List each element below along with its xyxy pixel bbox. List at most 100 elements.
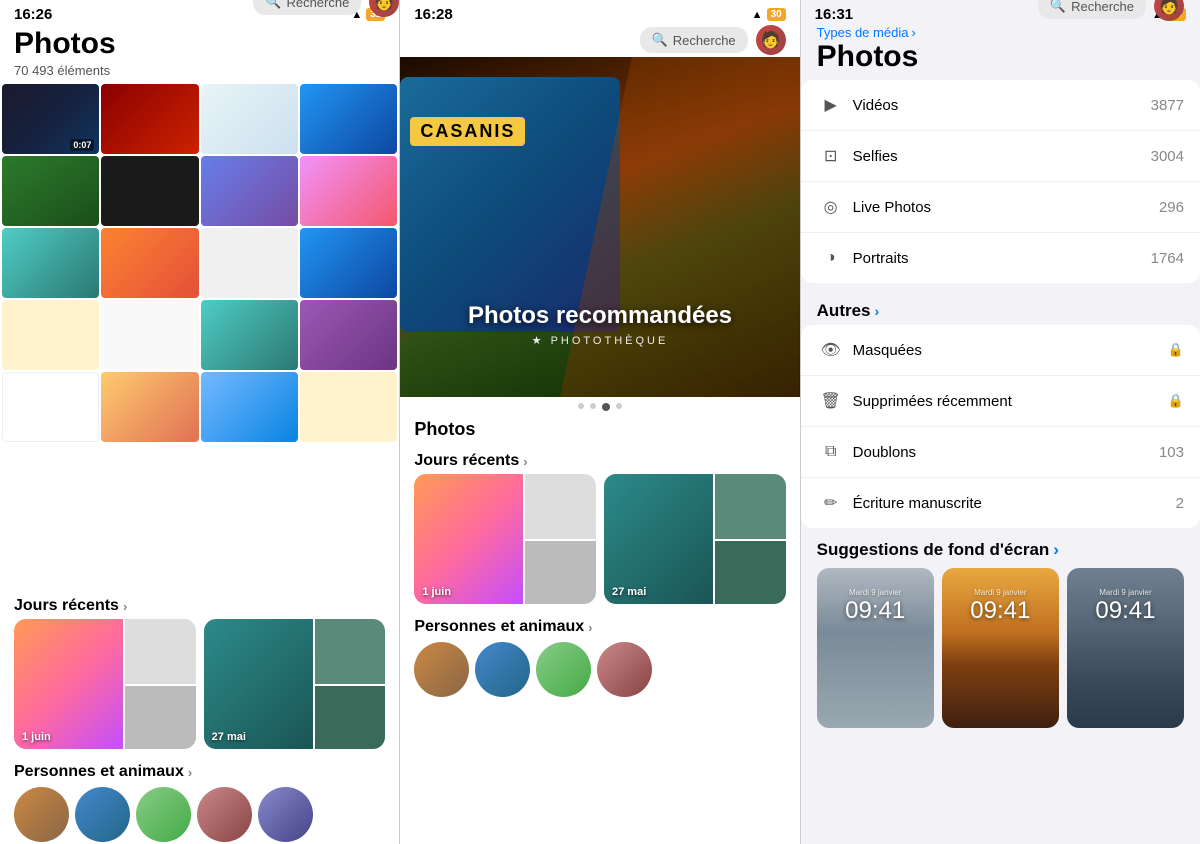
grid-cell-3[interactable] (201, 84, 298, 154)
wallpaper-card-3[interactable]: Mardi 9 janvier 09:41 (1067, 568, 1184, 728)
grid-cell-9[interactable] (2, 228, 99, 298)
grid-cell-17[interactable] (2, 372, 99, 442)
p2-day-big-2 (604, 474, 713, 604)
media-row-hidden[interactable]: 👁 Masquées 🔒 (801, 325, 1200, 376)
chevron-recent-1: › (123, 599, 127, 614)
day-sm2-2 (313, 684, 386, 749)
recent-days-title-2[interactable]: Jours récents › (400, 444, 799, 474)
grid-cell-13[interactable] (2, 300, 99, 370)
search-icon-3: 🔍 (1050, 0, 1066, 14)
wp-time-1: Mardi 9 janvier 09:41 (817, 588, 934, 625)
hero-image: CASANIS Photos recommandées ★ PHOTOTHÈQU… (400, 57, 799, 397)
grid-cell-18[interactable] (101, 372, 198, 442)
grid-cell-2[interactable] (101, 84, 198, 154)
avatar-3[interactable]: 🧑 (1154, 0, 1184, 21)
day-big-1 (14, 619, 123, 749)
grid-cell-8[interactable] (300, 156, 397, 226)
p2-person-2[interactable] (475, 642, 530, 697)
grid-cell-10[interactable] (101, 228, 198, 298)
dot-3[interactable] (602, 403, 610, 411)
p3-scroll[interactable]: ▶ Vidéos 3877 ⊡ Selfies 3004 ◎ Live Phot… (801, 80, 1200, 844)
panel-media-types: 16:31 ▲ 29 🔍 Recherche 🧑 Types de média … (801, 0, 1200, 844)
grid-cell-6[interactable] (101, 156, 198, 226)
grid-cell-12[interactable] (300, 228, 397, 298)
wallpaper-card-2[interactable]: Mardi 9 janvier 09:41 (942, 568, 1059, 728)
p1-search-row: 🔍 Recherche 🧑 (0, 0, 399, 17)
people-title-2[interactable]: Personnes et animaux › (400, 610, 799, 640)
media-row-handwriting[interactable]: ✏ Écriture manuscrite 2 (801, 478, 1200, 528)
media-row-videos[interactable]: ▶ Vidéos 3877 (801, 80, 1200, 131)
p2-day-sm2-1 (523, 539, 596, 604)
grid-cell-1[interactable]: 0:07 (2, 84, 99, 154)
people-title-1[interactable]: Personnes et animaux › (0, 755, 399, 785)
p3-search-row: 🔍 Recherche 🧑 (817, 0, 1184, 21)
person-2[interactable] (75, 787, 130, 842)
livephoto-icon: ◎ (817, 193, 845, 221)
day-card-june1[interactable]: 1 juin (14, 619, 196, 749)
wp-time-2: Mardi 9 janvier 09:41 (942, 588, 1059, 625)
p2-people-row (400, 640, 799, 699)
p3-header: 🔍 Recherche 🧑 Types de média › Photos (801, 25, 1200, 80)
breadcrumb[interactable]: Types de média › (817, 25, 1184, 40)
status-bar-2: 16:28 ▲ 30 (400, 0, 799, 25)
grid-cell-4[interactable] (300, 84, 397, 154)
media-row-portraits[interactable]: ◑ Portraits 1764 (801, 233, 1200, 283)
p2-days-row: 1 juin 27 mai (400, 474, 799, 610)
grid-cell-20[interactable] (300, 372, 397, 442)
handwriting-label: Écriture manuscrite (853, 495, 1176, 512)
day-sm1-1 (123, 619, 196, 684)
grid-cell-11[interactable] (201, 228, 298, 298)
day-card-may27[interactable]: 27 mai (204, 619, 386, 749)
lock-icon-2: 🔒 (1168, 393, 1184, 409)
media-row-deleted[interactable]: 🗑 Supprimées récemment 🔒 (801, 376, 1200, 427)
deleted-label: Supprimées récemment (853, 393, 1168, 410)
avatar-1[interactable]: 🧑 (369, 0, 399, 17)
videos-count: 3877 (1151, 97, 1184, 114)
duplicates-label: Doublons (853, 444, 1159, 461)
hero-brand-label: CASANIS (410, 117, 525, 146)
grid-cell-19[interactable] (201, 372, 298, 442)
dot-4[interactable] (616, 403, 622, 409)
battery-2: 30 (767, 8, 786, 21)
p2-day-card-june1[interactable]: 1 juin (414, 474, 596, 604)
p1-title: Photos (14, 27, 385, 61)
trash-icon: 🗑 (817, 387, 845, 415)
media-row-duplicates[interactable]: ⧉ Doublons 103 (801, 427, 1200, 478)
hero-title: Photos recommandées (400, 302, 799, 330)
selfie-icon: ⊡ (817, 142, 845, 170)
carousel-dots (400, 397, 799, 417)
dot-2[interactable] (590, 403, 596, 409)
search-button-2[interactable]: 🔍 Recherche (640, 27, 748, 53)
grid-cell-5[interactable] (2, 156, 99, 226)
media-row-selfies[interactable]: ⊡ Selfies 3004 (801, 131, 1200, 182)
media-row-livephotos[interactable]: ◎ Live Photos 296 (801, 182, 1200, 233)
day-big-2 (204, 619, 313, 749)
p2-person-4[interactable] (597, 642, 652, 697)
p2-day-card-may27[interactable]: 27 mai (604, 474, 786, 604)
people-row-1 (0, 785, 399, 844)
person-3[interactable] (136, 787, 191, 842)
breadcrumb-chevron: › (911, 25, 915, 40)
wallpaper-card-1[interactable]: Mardi 9 janvier 09:41 (817, 568, 934, 728)
person-4[interactable] (197, 787, 252, 842)
wallpaper-row: Mardi 9 janvier 09:41 Mardi 9 janvier 09… (817, 568, 1184, 728)
star-icon: ★ (532, 335, 551, 347)
media-types-group: ▶ Vidéos 3877 ⊡ Selfies 3004 ◎ Live Phot… (801, 80, 1200, 283)
panel-photos-1: 16:26 ▲ 31 🔍 Recherche 🧑 Photos 70 493 é… (0, 0, 400, 844)
p2-person-3[interactable] (536, 642, 591, 697)
p2-person-1[interactable] (414, 642, 469, 697)
search-button-3[interactable]: 🔍 Recherche (1038, 0, 1146, 19)
person-5[interactable] (258, 787, 313, 842)
grid-cell-14[interactable] (101, 300, 198, 370)
wallpaper-title: Suggestions de fond d'écran › (817, 540, 1184, 560)
grid-cell-7[interactable] (201, 156, 298, 226)
dot-1[interactable] (578, 403, 584, 409)
search-button-1[interactable]: 🔍 Recherche (253, 0, 361, 15)
person-1[interactable] (14, 787, 69, 842)
grid-cell-16[interactable] (300, 300, 397, 370)
grid-cell-15[interactable] (201, 300, 298, 370)
avatar-2[interactable]: 🧑 (756, 25, 786, 55)
recent-days-title-1[interactable]: Jours récents › (0, 589, 399, 619)
search-label-1: Recherche (286, 0, 349, 10)
duplicate-icon: ⧉ (817, 438, 845, 466)
